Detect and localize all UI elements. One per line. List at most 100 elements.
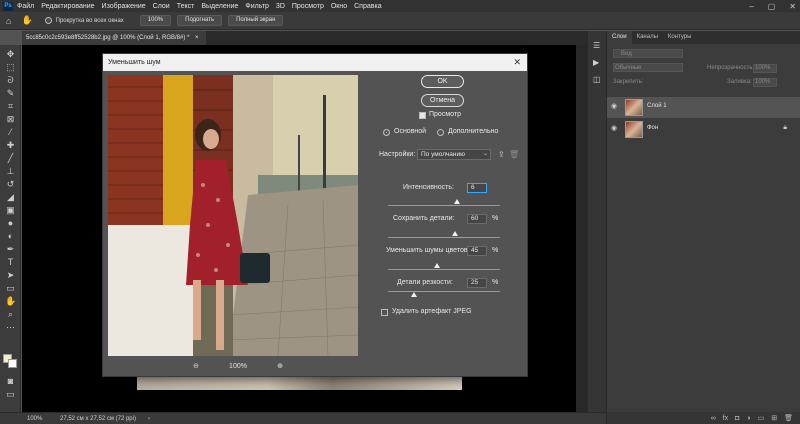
home-icon[interactable]: ⌂ (6, 16, 11, 26)
dodge-tool-icon[interactable]: ◐ (5, 231, 16, 242)
dialog-title-bar: Уменьшить шум ✕ (103, 54, 527, 71)
menu-edit[interactable]: Редактирование (41, 3, 94, 10)
maximize-icon[interactable]: ▢ (768, 2, 776, 11)
strength-input[interactable]: 6 (467, 183, 487, 193)
pen-tool-icon[interactable]: ✒ (5, 244, 16, 255)
new-layer-icon[interactable]: ⊞ (771, 414, 777, 422)
close-window-icon[interactable]: ✕ (789, 2, 796, 11)
layer-style-icon[interactable]: fx (723, 415, 728, 422)
delete-preset-icon[interactable]: 🗑︎ (509, 150, 519, 159)
more-tools-icon[interactable]: ⋯ (5, 322, 16, 333)
menu-view[interactable]: Просмотр (292, 3, 324, 10)
move-tool-icon[interactable]: ✥ (5, 49, 16, 60)
menu-3d[interactable]: 3D (276, 3, 285, 10)
strength-slider-thumb[interactable] (454, 199, 460, 204)
adjustment-layer-icon[interactable]: ◑ (746, 415, 750, 422)
screen-mode-icon[interactable]: ▭ (5, 389, 16, 400)
settings-label: Настройки: (379, 151, 416, 158)
fit-screen-button[interactable]: Подогнать (177, 15, 223, 26)
panel-actions-icon[interactable]: ▶ (593, 58, 599, 67)
menu-text[interactable]: Текст (177, 3, 195, 10)
stamp-tool-icon[interactable]: ⊥ (5, 166, 16, 177)
hand-tool-icon[interactable]: ✋ (5, 296, 16, 307)
menu-window[interactable]: Окно (331, 3, 347, 10)
close-icon[interactable]: ✕ (513, 54, 521, 71)
preview-checkbox[interactable] (419, 112, 426, 119)
path-select-tool-icon[interactable]: ➤ (5, 270, 16, 281)
panel-history-icon[interactable]: ☰ (593, 41, 600, 50)
lock-label: Закрепить: (613, 79, 644, 85)
quick-select-tool-icon[interactable]: ✎ (5, 88, 16, 99)
gradient-tool-icon[interactable]: ▣ (5, 205, 16, 216)
preserve-details-percent: % (492, 215, 499, 222)
preserve-details-slider-thumb[interactable] (452, 231, 458, 236)
menu-filter[interactable]: Фильтр (245, 3, 269, 10)
type-tool-icon[interactable]: T (5, 257, 16, 268)
save-preset-icon[interactable]: ⇪ (498, 150, 505, 159)
tab-channels[interactable]: Каналы (632, 31, 663, 44)
chevron-down-icon: ⌄ (482, 151, 488, 157)
menu-help[interactable]: Справка (354, 3, 381, 10)
brush-tool-icon[interactable]: ╱ (5, 153, 16, 164)
zoom-in-icon[interactable]: ⊕ (277, 362, 283, 370)
jpeg-artifact-checkbox[interactable] (381, 309, 388, 316)
eye-icon[interactable]: ◉ (611, 103, 619, 111)
lasso-tool-icon[interactable]: ᘐ (5, 75, 16, 86)
zoom-out-icon[interactable]: ⊖ (193, 362, 199, 370)
layer-thumbnail (625, 99, 643, 116)
layer-row[interactable]: ◉ Слой 1 (607, 97, 800, 118)
layer-name: Фон (647, 125, 659, 131)
panel-adjust-icon[interactable]: ◫ (593, 75, 601, 84)
color-noise-slider-thumb[interactable] (434, 263, 440, 268)
menu-layers[interactable]: Слои (153, 3, 170, 10)
background-color-swatch[interactable] (8, 359, 17, 368)
marquee-tool-icon[interactable]: ⬚ (5, 62, 16, 73)
sharpen-details-slider-thumb[interactable] (411, 292, 417, 297)
add-mask-icon[interactable]: ◘ (735, 415, 739, 422)
fullscreen-button[interactable]: Полный экран (228, 15, 284, 26)
eyedropper-tool-icon[interactable]: ⁄ (5, 127, 16, 138)
basic-radio[interactable] (383, 129, 390, 136)
status-arrow-icon[interactable]: › (148, 413, 150, 424)
frame-tool-icon[interactable]: ⊠ (5, 114, 16, 125)
group-icon[interactable]: ▭ (758, 414, 765, 422)
scroll-all-checkbox[interactable] (44, 17, 52, 24)
hand-tool-icon[interactable]: ✋ (21, 15, 32, 26)
tab-paths[interactable]: Контуры (663, 31, 697, 44)
healing-tool-icon[interactable]: ✚ (5, 140, 16, 151)
delete-layer-icon[interactable]: 🗑︎ (784, 414, 793, 422)
layer-row[interactable]: ◉ Фон 🔒︎ (607, 119, 800, 140)
menu-file[interactable]: Файл (17, 3, 34, 10)
eraser-tool-icon[interactable]: ◢ (5, 192, 16, 203)
settings-select[interactable]: По умолчанию ⌄ (417, 149, 491, 160)
history-brush-tool-icon[interactable]: ↺ (5, 179, 16, 190)
menu-select[interactable]: Выделение (201, 3, 238, 10)
eye-icon[interactable]: ◉ (611, 125, 619, 133)
zoom-value-field[interactable]: 100% (139, 15, 172, 26)
filter-preview-image[interactable] (108, 75, 358, 356)
advanced-radio[interactable] (437, 129, 444, 136)
strength-slider-track[interactable] (388, 205, 500, 206)
status-zoom[interactable]: 100% (27, 413, 42, 424)
rectangle-tool-icon[interactable]: ▭ (5, 283, 16, 294)
tab-layers[interactable]: Слои (607, 31, 632, 44)
zoom-tool-icon[interactable]: ⌕ (5, 309, 16, 320)
color-noise-slider-track[interactable] (388, 269, 500, 270)
blur-tool-icon[interactable]: ● (5, 218, 16, 229)
crop-tool-icon[interactable]: ⌗ (5, 101, 16, 112)
sharpen-details-input[interactable]: 25 (467, 278, 487, 288)
layer-filter-label: Вид (621, 51, 632, 57)
preserve-details-input[interactable]: 60 (467, 214, 487, 224)
menu-image[interactable]: Изображение (102, 3, 146, 10)
sharpen-details-slider-track[interactable] (388, 291, 500, 292)
link-layers-icon[interactable]: ∞ (711, 415, 716, 422)
ok-button[interactable]: OK (421, 75, 464, 88)
quick-mask-icon[interactable]: ◙ (5, 376, 16, 387)
close-tab-icon[interactable]: × (195, 35, 199, 41)
minimize-icon[interactable]: – (749, 2, 753, 11)
document-tab[interactable]: 5cc85c0c2c593e8ff52528b2.jpg @ 100% (Сло… (22, 31, 206, 45)
strength-label: Интенсивность: (403, 184, 454, 191)
cancel-button[interactable]: Отмена (421, 94, 464, 107)
preserve-details-slider-track[interactable] (388, 237, 500, 238)
color-noise-input[interactable]: 45 (467, 246, 487, 256)
